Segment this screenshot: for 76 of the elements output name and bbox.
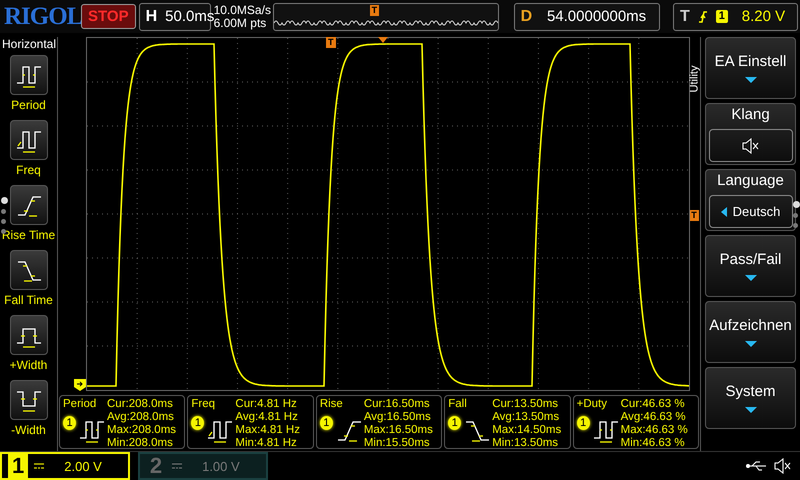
measure-menu-item[interactable]: Period bbox=[0, 55, 58, 120]
menu-title: Horizontal bbox=[1, 37, 56, 51]
measurement-value: Min:46.63 % bbox=[620, 437, 686, 450]
delay-value: 54.0000000ms bbox=[546, 8, 648, 25]
measurement-name: Freq bbox=[191, 398, 216, 412]
ground-marker-icon bbox=[74, 379, 86, 391]
delay-marker-icon bbox=[378, 37, 388, 43]
menu-title: Utility bbox=[688, 66, 700, 92]
measurement-value: Max:4.81 Hz bbox=[235, 424, 301, 437]
down-arrow-icon bbox=[744, 340, 758, 348]
channel-badge: 1 bbox=[191, 416, 204, 430]
measurement-value: Avg:208.0ms bbox=[107, 411, 175, 424]
delay-box[interactable]: D 54.0000000ms bbox=[514, 2, 660, 30]
down-arrow-icon bbox=[744, 76, 758, 84]
channel-scale: 2.00 V bbox=[64, 458, 102, 474]
measurement-value: Cur:208.0ms bbox=[107, 398, 174, 411]
measurement-value: Max:16.50ms bbox=[364, 424, 434, 437]
measure-menu-item[interactable]: +Width bbox=[0, 315, 58, 380]
channel-badge: 1 bbox=[448, 416, 462, 430]
measurement-value: Max:14.50ms bbox=[492, 424, 562, 437]
menu-button[interactable]: Language Deutsch bbox=[705, 169, 796, 231]
measurement-value: Cur:16.50ms bbox=[364, 398, 431, 411]
delay-label: D bbox=[520, 8, 532, 26]
menu-button[interactable]: Pass/Fail bbox=[705, 235, 796, 297]
channel-number: 1 bbox=[8, 453, 28, 479]
measurement-value: Min:4.81 Hz bbox=[235, 437, 298, 450]
sample-rate: 10.0MSa/s bbox=[214, 4, 270, 16]
measurement-name: +Duty bbox=[576, 398, 608, 412]
measurement-name: Rise bbox=[320, 398, 344, 412]
rising-edge-icon bbox=[698, 10, 708, 24]
usb-icon bbox=[746, 460, 768, 472]
down-arrow-icon bbox=[744, 406, 758, 414]
timebase-label: H bbox=[146, 8, 158, 26]
down-arrow-icon bbox=[744, 274, 758, 282]
measurement-value: Max:46.63 % bbox=[620, 424, 689, 437]
measurement-name: Fall bbox=[448, 398, 468, 412]
menu-button[interactable]: System bbox=[705, 367, 796, 429]
measurement-value: Avg:13.50ms bbox=[492, 411, 560, 424]
measurement-value: Cur:46.63 % bbox=[620, 398, 686, 411]
language-value: Deutsch bbox=[732, 204, 780, 219]
dc-coupling-icon bbox=[172, 463, 182, 469]
menu-button[interactable]: EA Einstell bbox=[705, 37, 796, 99]
measurement-value: Avg:4.81 Hz bbox=[235, 411, 299, 424]
trigger-level: 8.20 V bbox=[740, 8, 786, 25]
channel-badge: 1 bbox=[63, 416, 76, 430]
measure-menu-item[interactable]: -Width bbox=[0, 380, 58, 445]
measurement-value: Max:208.0ms bbox=[107, 424, 178, 437]
mute-icon bbox=[774, 458, 792, 474]
channel-badge: 1 bbox=[576, 416, 590, 430]
measurement-name: Period bbox=[63, 398, 98, 412]
measurement-value: Min:13.50ms bbox=[492, 437, 560, 450]
trigger-label: T bbox=[680, 8, 690, 26]
channel-scale: 1.00 V bbox=[202, 458, 240, 474]
channel-tab[interactable]: 2 1.00 V bbox=[138, 452, 268, 480]
measurement-value: Min:15.50ms bbox=[364, 437, 431, 450]
measurement-value: Cur:4.81 Hz bbox=[235, 398, 298, 411]
trigger-box[interactable]: T 1 8.20 V bbox=[673, 2, 798, 30]
channel-number: 2 bbox=[148, 453, 164, 479]
measurement-value: Avg:16.50ms bbox=[364, 411, 432, 424]
trigger-position-marker: T bbox=[370, 4, 380, 16]
channel-badge: 1 bbox=[320, 416, 333, 430]
measure-menu-item[interactable]: Fall Time bbox=[0, 250, 58, 315]
measurement-value: Avg:46.63 % bbox=[620, 411, 687, 424]
menu-button[interactable]: Aufzeichnen bbox=[705, 301, 796, 363]
dc-coupling-icon bbox=[34, 463, 44, 469]
menu-button[interactable]: Klang bbox=[705, 103, 796, 165]
measurement-value: Cur:13.50ms bbox=[492, 398, 560, 411]
measure-menu-item[interactable]: Freq bbox=[0, 120, 58, 185]
measurement-value: Min:208.0ms bbox=[107, 437, 174, 450]
trigger-channel: 1 bbox=[716, 10, 728, 23]
trigger-position-marker: T bbox=[326, 37, 336, 48]
left-arrow-icon bbox=[720, 206, 727, 216]
channel-tab[interactable]: 1 2.00 V bbox=[0, 452, 130, 480]
sine-wave-icon bbox=[274, 18, 498, 26]
mute-icon bbox=[742, 138, 760, 154]
memory-depth: 6.00M pts bbox=[214, 16, 268, 30]
